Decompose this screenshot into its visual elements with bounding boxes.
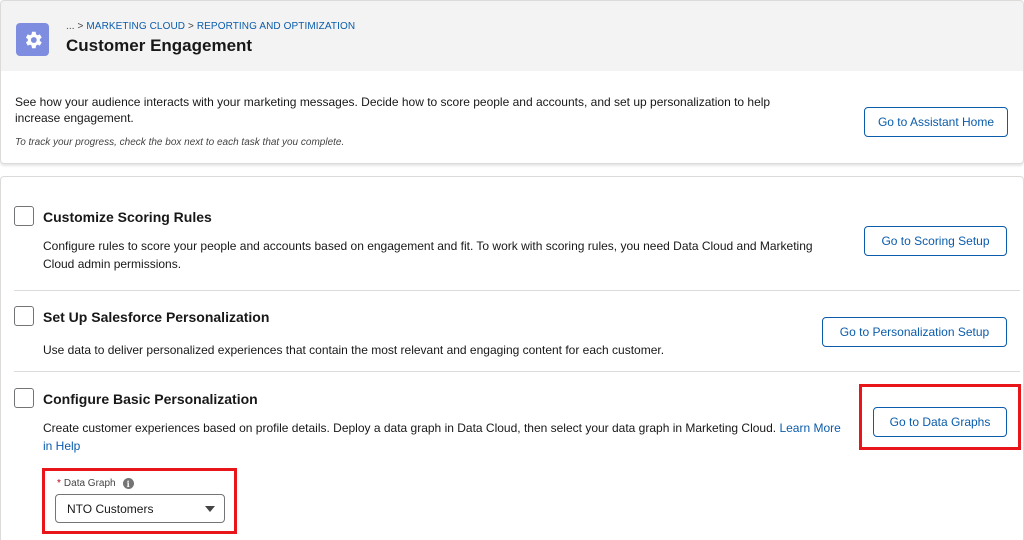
task-title-salesforce-personalization: Set Up Salesforce Personalization	[43, 309, 270, 325]
task-description-salesforce-personalization: Use data to deliver personalized experie…	[43, 343, 665, 357]
go-to-scoring-setup-button[interactable]: Go to Scoring Setup	[864, 226, 1007, 256]
breadcrumb-item-marketing-cloud[interactable]: MARKETING CLOUD	[86, 21, 185, 32]
intro-note: To track your progress, check the box ne…	[15, 137, 345, 148]
breadcrumb: ... > MARKETING CLOUD > REPORTING AND OP…	[66, 21, 355, 32]
go-to-personalization-setup-button[interactable]: Go to Personalization Setup	[822, 317, 1007, 347]
page-title: Customer Engagement	[66, 36, 253, 55]
page-header: ... > MARKETING CLOUD > REPORTING AND OP…	[0, 0, 1024, 73]
task-divider	[14, 371, 1020, 372]
intro-card: See how your audience interacts with you…	[0, 71, 1024, 164]
highlight-box-data-graphs-button	[859, 384, 1021, 450]
gear-icon	[16, 23, 49, 56]
task-divider	[14, 290, 1020, 291]
go-to-assistant-home-button[interactable]: Go to Assistant Home	[864, 107, 1008, 137]
task-description-basic-personalization: Create customer experiences based on pro…	[43, 419, 853, 455]
breadcrumb-separator: >	[188, 21, 194, 32]
breadcrumb-separator: >	[77, 21, 84, 32]
task-title-scoring: Customize Scoring Rules	[43, 209, 212, 225]
task-description-text: Create customer experiences based on pro…	[43, 421, 777, 435]
task-description-scoring: Configure rules to score your people and…	[43, 239, 813, 271]
task-checkbox-basic-personalization[interactable]	[14, 388, 34, 408]
intro-description: See how your audience interacts with you…	[15, 95, 771, 125]
task-title-basic-personalization: Configure Basic Personalization	[43, 391, 258, 407]
breadcrumb-item-reporting[interactable]: REPORTING AND OPTIMIZATION	[197, 21, 355, 32]
task-checkbox-salesforce-personalization[interactable]	[14, 306, 34, 326]
breadcrumb-ellipsis[interactable]: ...	[66, 21, 75, 32]
highlight-box-data-graph-field	[42, 468, 237, 534]
task-checkbox-scoring[interactable]	[14, 206, 34, 226]
